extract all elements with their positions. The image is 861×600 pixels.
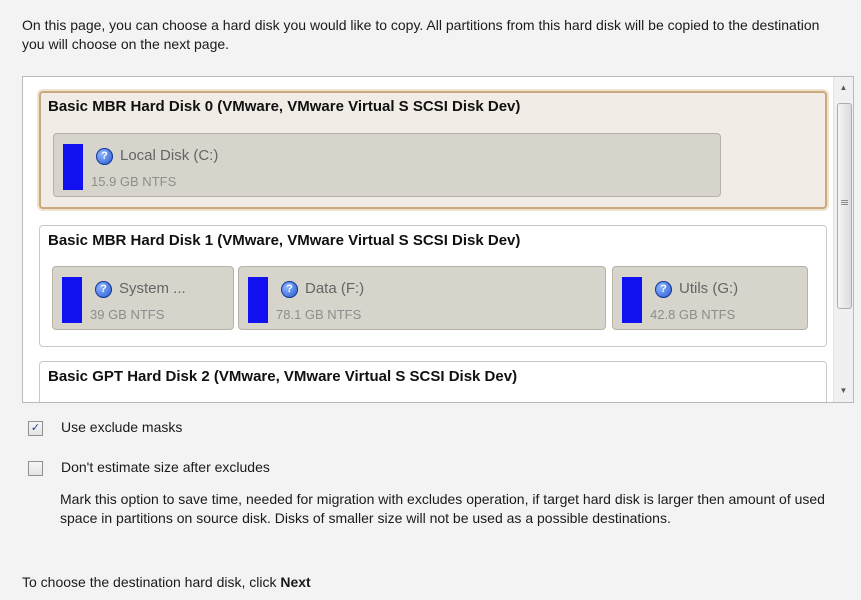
- help-circle-icon: ?: [96, 148, 113, 165]
- help-circle-icon: ?: [281, 281, 298, 298]
- partition-name: System ...: [119, 280, 186, 297]
- disk-list[interactable]: Basic MBR Hard Disk 0 (VMware, VMware Vi…: [22, 76, 854, 403]
- partition-usage-bar: [63, 144, 83, 190]
- disk-panel-2[interactable]: Basic GPT Hard Disk 2 (VMware, VMware Vi…: [39, 361, 827, 402]
- partition-name: Utils (G:): [679, 280, 739, 297]
- use-exclude-masks-checkbox[interactable]: ✓: [28, 421, 43, 436]
- footer-hint: To choose the destination hard disk, cli…: [22, 574, 311, 590]
- partition-usage-bar: [62, 277, 82, 323]
- partition-name: Data (F:): [305, 280, 365, 297]
- footer-prefix: To choose the destination hard disk, cli…: [22, 574, 277, 590]
- option-description: Mark this option to save time, needed fo…: [60, 491, 825, 526]
- disk-title: Basic MBR Hard Disk 0 (VMware, VMware Vi…: [48, 98, 521, 115]
- partition-local-disk-c[interactable]: ? Local Disk (C:) 15.9 GB NTFS: [53, 133, 721, 197]
- scrollbar-thumb[interactable]: [837, 103, 852, 309]
- help-circle-icon: ?: [95, 281, 112, 298]
- partition-data-f[interactable]: ? Data (F:) 78.1 GB NTFS: [238, 266, 606, 330]
- partition-usage-bar: [622, 277, 642, 323]
- disk-title: Basic GPT Hard Disk 2 (VMware, VMware Vi…: [48, 368, 518, 385]
- partition-system[interactable]: ? System ... 39 GB NTFS: [52, 266, 234, 330]
- disk-panel-1[interactable]: Basic MBR Hard Disk 1 (VMware, VMware Vi…: [39, 225, 827, 347]
- dont-estimate-label: Don't estimate size after excludes: [61, 459, 270, 475]
- dont-estimate-checkbox[interactable]: [28, 461, 43, 476]
- partition-size: 42.8 GB NTFS: [650, 307, 736, 322]
- partition-utils-g[interactable]: ? Utils (G:) 42.8 GB NTFS: [612, 266, 808, 330]
- arrow-down-icon[interactable]: ▼: [834, 382, 853, 400]
- disk-panel-0[interactable]: Basic MBR Hard Disk 0 (VMware, VMware Vi…: [39, 91, 827, 209]
- intro-text: On this page, you can choose a hard disk…: [22, 17, 820, 52]
- partition-name: Local Disk (C:): [120, 147, 219, 164]
- help-circle-icon: ?: [655, 281, 672, 298]
- disk-title: Basic MBR Hard Disk 1 (VMware, VMware Vi…: [48, 232, 521, 249]
- partition-size: 39 GB NTFS: [90, 307, 165, 322]
- partition-usage-bar: [248, 277, 268, 323]
- use-exclude-masks-label: Use exclude masks: [61, 419, 183, 435]
- footer-next-label: Next: [280, 574, 311, 590]
- arrow-up-icon[interactable]: ▲: [834, 79, 853, 97]
- disk-list-viewport: Basic MBR Hard Disk 0 (VMware, VMware Vi…: [23, 77, 833, 402]
- partition-size: 78.1 GB NTFS: [276, 307, 362, 322]
- vertical-scrollbar[interactable]: ▲ ▼: [833, 77, 853, 402]
- partition-size: 15.9 GB NTFS: [91, 174, 177, 189]
- grip-icon: [841, 200, 848, 206]
